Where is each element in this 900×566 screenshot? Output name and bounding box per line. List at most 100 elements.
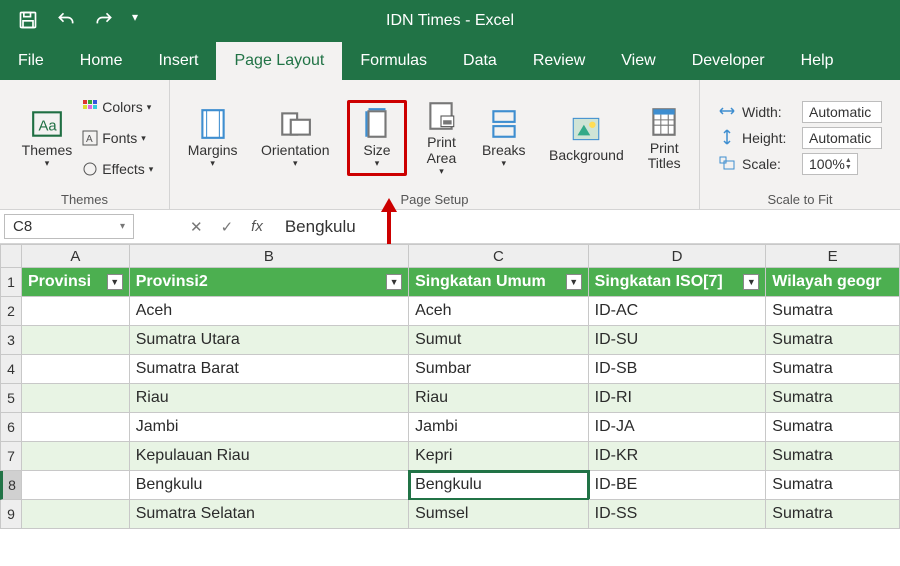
tab-insert[interactable]: Insert: [140, 42, 216, 80]
cell[interactable]: Sumatra: [766, 297, 900, 326]
cell[interactable]: Aceh: [130, 297, 409, 326]
filter-arrow-icon[interactable]: ▼: [386, 274, 402, 290]
cell[interactable]: Sumatra Selatan: [130, 500, 409, 529]
svg-text:Aa: Aa: [38, 118, 57, 134]
cell[interactable]: Bengkulu: [409, 471, 589, 500]
cell[interactable]: Sumatra: [766, 384, 900, 413]
tab-data[interactable]: Data: [445, 42, 515, 80]
undo-icon[interactable]: [56, 10, 76, 33]
enter-icon[interactable]: ✓: [221, 218, 234, 236]
cell[interactable]: ID-RI: [589, 384, 767, 413]
fonts-button[interactable]: AFonts▾: [82, 124, 146, 153]
tab-file[interactable]: File: [0, 42, 62, 80]
cell[interactable]: Jambi: [130, 413, 409, 442]
col-header-C[interactable]: C: [409, 244, 589, 268]
col-header-E[interactable]: E: [766, 244, 900, 268]
filter-arrow-icon[interactable]: ▼: [107, 274, 123, 290]
cell[interactable]: Sumatra: [766, 442, 900, 471]
cell[interactable]: ID-SU: [589, 326, 767, 355]
fx-icon[interactable]: fx: [251, 218, 263, 235]
tab-page-layout[interactable]: Page Layout: [216, 42, 342, 80]
cell[interactable]: Sumatra: [766, 326, 900, 355]
cell[interactable]: ID-SB: [589, 355, 767, 384]
save-icon[interactable]: [18, 10, 38, 33]
cell[interactable]: Sumatra Utara: [130, 326, 409, 355]
cell[interactable]: [22, 413, 130, 442]
tab-developer[interactable]: Developer: [674, 42, 783, 80]
col-header-D[interactable]: D: [589, 244, 767, 268]
cell[interactable]: Kepri: [409, 442, 589, 471]
size-button[interactable]: Size▾: [347, 100, 407, 176]
select-all-corner[interactable]: [0, 244, 22, 268]
filter-arrow-icon[interactable]: ▼: [566, 274, 582, 290]
themes-button[interactable]: Aa Themes ▾: [16, 103, 79, 173]
row-header[interactable]: 2: [0, 297, 22, 326]
tab-formulas[interactable]: Formulas: [342, 42, 445, 80]
cell[interactable]: Sumsel: [409, 500, 589, 529]
cell[interactable]: Sumatra: [766, 413, 900, 442]
cell[interactable]: Sumatra: [766, 500, 900, 529]
group-page-setup: Margins▾ Orientation▾ Size▾ Print Area▾ …: [170, 80, 700, 209]
cell[interactable]: Jambi: [409, 413, 589, 442]
row-header[interactable]: 6: [0, 413, 22, 442]
row-header[interactable]: 3: [0, 326, 22, 355]
row-header[interactable]: 1: [0, 268, 22, 297]
row-header[interactable]: 5: [0, 384, 22, 413]
tab-review[interactable]: Review: [515, 42, 603, 80]
cell[interactable]: [22, 297, 130, 326]
name-box[interactable]: C8▾: [4, 214, 134, 239]
cell[interactable]: Bengkulu: [130, 471, 409, 500]
print-titles-button[interactable]: Print Titles: [641, 101, 687, 176]
cell[interactable]: [22, 471, 130, 500]
width-dropdown[interactable]: Automatic: [802, 101, 882, 123]
cell[interactable]: Kepulauan Riau: [130, 442, 409, 471]
orientation-icon: [278, 107, 312, 141]
cell[interactable]: Sumatra Barat: [130, 355, 409, 384]
row-header[interactable]: 7: [0, 442, 22, 471]
breaks-button[interactable]: Breaks▾: [476, 103, 532, 173]
cancel-icon[interactable]: ✕: [190, 218, 203, 236]
table-header[interactable]: Singkatan ISO[7]▼: [589, 268, 767, 297]
background-button[interactable]: Background: [543, 108, 630, 167]
print-area-button[interactable]: Print Area▾: [418, 95, 464, 181]
formula-input[interactable]: Bengkulu: [275, 210, 900, 243]
scale-spinner[interactable]: 100%▲▼: [802, 153, 858, 175]
cell[interactable]: [22, 355, 130, 384]
row-header[interactable]: 8: [0, 471, 22, 500]
cell[interactable]: ID-SS: [589, 500, 767, 529]
height-dropdown[interactable]: Automatic: [802, 127, 882, 149]
qat-customize-icon[interactable]: ▾: [132, 10, 138, 33]
tab-view[interactable]: View: [603, 42, 673, 80]
cell[interactable]: Sumatra: [766, 471, 900, 500]
tab-home[interactable]: Home: [62, 42, 141, 80]
margins-button[interactable]: Margins▾: [182, 103, 244, 173]
cell[interactable]: [22, 500, 130, 529]
cell[interactable]: ID-BE: [589, 471, 767, 500]
cell[interactable]: Sumatra: [766, 355, 900, 384]
cell[interactable]: [22, 384, 130, 413]
cell[interactable]: Sumut: [409, 326, 589, 355]
orientation-button[interactable]: Orientation▾: [255, 103, 335, 173]
table-header[interactable]: Singkatan Umum▼: [409, 268, 589, 297]
cell[interactable]: Sumbar: [409, 355, 589, 384]
cell[interactable]: ID-JA: [589, 413, 767, 442]
cell[interactable]: [22, 442, 130, 471]
colors-button[interactable]: Colors▾: [82, 93, 151, 122]
col-header-B[interactable]: B: [130, 244, 409, 268]
col-header-A[interactable]: A: [22, 244, 130, 268]
effects-button[interactable]: Effects▾: [82, 155, 153, 184]
cell[interactable]: Riau: [130, 384, 409, 413]
row-header[interactable]: 9: [0, 500, 22, 529]
cell[interactable]: ID-KR: [589, 442, 767, 471]
table-header[interactable]: Provinsi▼: [22, 268, 130, 297]
cell[interactable]: ID-AC: [589, 297, 767, 326]
table-header[interactable]: Provinsi2▼: [130, 268, 409, 297]
cell[interactable]: Aceh: [409, 297, 589, 326]
redo-icon[interactable]: [94, 10, 114, 33]
filter-arrow-icon[interactable]: ▼: [743, 274, 759, 290]
row-header[interactable]: 4: [0, 355, 22, 384]
cell[interactable]: Riau: [409, 384, 589, 413]
tab-help[interactable]: Help: [783, 42, 852, 80]
cell[interactable]: [22, 326, 130, 355]
table-header[interactable]: Wilayah geogr: [766, 268, 900, 297]
